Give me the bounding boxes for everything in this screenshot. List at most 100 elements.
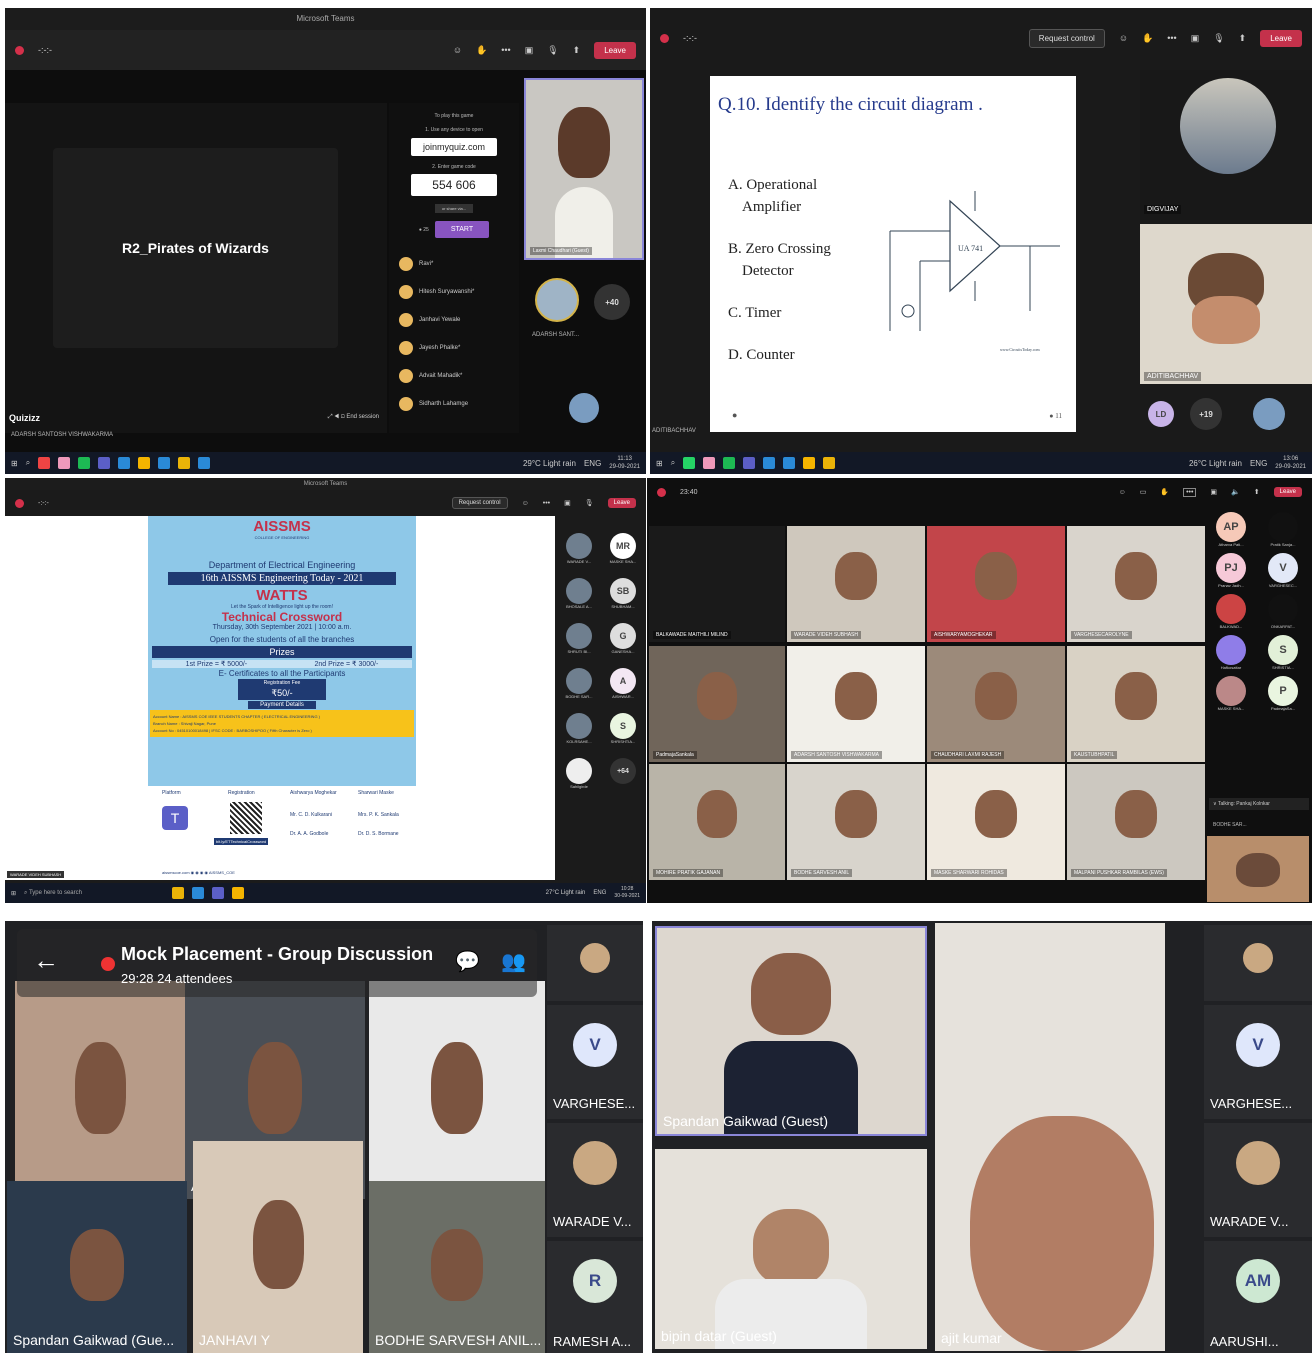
participant-item[interactable]: MR MASKE SHA... [604, 533, 642, 564]
participants-icon[interactable]: ☺ [1119, 489, 1126, 496]
participant-item[interactable]: WARADE V... [560, 533, 598, 564]
mic-icon[interactable]: 🎙 [547, 45, 558, 56]
qr-code-icon[interactable] [230, 802, 262, 834]
avatar-ld[interactable]: LD [1148, 401, 1174, 427]
video-tile[interactable]: CHAUDHARI LAXMI RAJESH [927, 646, 1065, 762]
reactions-icon[interactable]: ✋ [1142, 33, 1153, 44]
search-icon[interactable]: ⌕ [671, 458, 675, 468]
mic-icon[interactable]: 🎙 [1213, 33, 1224, 44]
participant-item[interactable]: S SHRISTIA... [1261, 635, 1305, 670]
participant-item[interactable]: SHRUTI BI... [560, 623, 598, 654]
windows-icon[interactable]: ⊞ [11, 890, 16, 897]
video-tile[interactable]: MALPANI PUSHKAR RAMBILAS (EWS) [1067, 764, 1205, 880]
participants-icon[interactable]: ☺ [1119, 33, 1128, 43]
share-icon[interactable]: ⬆ [1254, 488, 1260, 496]
video-tile-bipin[interactable]: bipin datar (Guest) [655, 1149, 927, 1349]
participant-item[interactable]: V VARGHESEC... [1261, 553, 1305, 588]
leave-button[interactable]: Leave [607, 498, 636, 508]
search-box[interactable]: ⌕ Type here to search [24, 890, 164, 897]
self-view[interactable] [1253, 398, 1285, 430]
participant-item[interactable]: Sahilgirde [560, 758, 598, 789]
participant-tile-aditi[interactable]: ADITIBACHHAV [1140, 224, 1312, 384]
participants-icon[interactable]: ☺ [453, 45, 462, 55]
participant-item[interactable]: Pratik Sanja... [1261, 512, 1305, 547]
participant-item[interactable]: Hafkosattar [1209, 635, 1253, 670]
windows-icon[interactable]: ⊞ [656, 459, 663, 468]
search-icon[interactable]: ⌕ [26, 458, 30, 468]
participant-item[interactable]: PJ Pranav Jadh... [1209, 553, 1253, 588]
participant-item[interactable]: WARADE V... [1204, 1123, 1312, 1237]
more-icon[interactable]: ••• [501, 45, 510, 55]
participant-item[interactable]: P PadmajaSa... [1261, 676, 1305, 711]
camera-icon[interactable]: ▣ [1210, 488, 1217, 496]
reg-link[interactable]: bit.ly/ETTechnicalCrossword [214, 838, 269, 845]
more-participants[interactable]: +40 [594, 284, 630, 320]
reactions-icon[interactable]: ✋ [1160, 488, 1169, 496]
share-via[interactable]: or share via... [435, 204, 473, 213]
leave-button[interactable]: Leave [1260, 29, 1302, 47]
reactions-icon[interactable]: ✋ [476, 45, 487, 56]
participant-item[interactable]: G GANESHA... [604, 623, 642, 654]
share-icon[interactable]: ⬆ [1239, 33, 1247, 44]
chat-icon[interactable]: 💬 [455, 949, 480, 974]
video-tile[interactable]: VAKARE TEJAS SANT... [369, 981, 545, 1199]
more-participants[interactable]: +19 [1190, 398, 1222, 430]
participants-icon[interactable]: ☺ [522, 500, 529, 507]
join-site[interactable]: joinmyquiz.com [411, 138, 497, 156]
participant-item[interactable]: V VARGHESE... [1204, 1005, 1312, 1119]
share-icon[interactable]: ⬆ [573, 45, 581, 56]
participant-item[interactable]: ONKARPAT... [1261, 594, 1305, 629]
video-tile[interactable]: MASKE SHARWARI ROHIDAS [927, 764, 1065, 880]
video-tile[interactable]: Spandan Gaikwad (Gue... [7, 1181, 187, 1353]
video-tile[interactable]: GAYATRI L [15, 981, 185, 1199]
video-tile[interactable]: JANHAVI Y [193, 1141, 363, 1353]
video-tile[interactable]: VARGHESECAROLYNE [1067, 526, 1205, 642]
camera-icon[interactable]: ▣ [564, 499, 571, 507]
participant-item[interactable]: R RAMESH A... [547, 1241, 643, 1353]
participant-item[interactable]: SB SHUBHAM... [604, 578, 642, 609]
camera-icon[interactable]: ▣ [525, 45, 534, 56]
participant-item[interactable]: MASKE SHA... [1209, 676, 1253, 711]
participant-item[interactable]: WARADE V... [547, 1123, 643, 1237]
more-icon[interactable]: ••• [1167, 33, 1176, 43]
video-tile-ajit[interactable]: ajit kumar [935, 923, 1165, 1351]
mic-icon[interactable]: 🔈 [1231, 488, 1240, 496]
request-control-button[interactable]: Request control [451, 497, 508, 509]
more-participants[interactable]: +64 [610, 758, 636, 784]
video-tile[interactable]: AISHWARYAMOGHEKAR [927, 526, 1065, 642]
windows-icon[interactable]: ⊞ [11, 459, 18, 468]
participant-item[interactable]: AM AARUSHI... [1204, 1241, 1312, 1353]
more-icon[interactable]: ••• [1183, 487, 1197, 497]
chat-icon[interactable]: ▭ [1140, 488, 1147, 496]
participant-item[interactable] [1204, 925, 1312, 1001]
self-view[interactable] [569, 393, 599, 423]
request-control-button[interactable]: Request control [1028, 28, 1105, 48]
participant-item[interactable]: V VARGHESE... [547, 1005, 643, 1119]
video-tile[interactable]: WARADE VIDEH SUBHASH [787, 526, 925, 642]
start-button[interactable]: START [434, 221, 490, 238]
guest-video-tile[interactable]: Laxmi Chaudhari (Guest) [524, 78, 644, 260]
video-tile-spandan[interactable]: Spandan Gaikwad (Guest) [655, 926, 927, 1136]
video-tile[interactable]: KAUSTUBHPATIL [1067, 646, 1205, 762]
camera-icon[interactable]: ▣ [1191, 33, 1200, 44]
participant-item[interactable]: BALKWAD... [1209, 594, 1253, 629]
participants-icon[interactable]: 👥 [501, 949, 526, 974]
participant-item[interactable]: KOLRSAHE... [560, 713, 598, 744]
video-tile[interactable]: ADARSH SANTOSH VISHWAKARMA [787, 646, 925, 762]
video-tile[interactable]: BALKAWADE MAITHILI MILIND [649, 526, 785, 642]
back-arrow-icon[interactable]: ← [33, 945, 59, 976]
participant-item[interactable]: A AISHWAR... [604, 668, 642, 699]
more-icon[interactable]: ••• [543, 500, 550, 507]
leave-button[interactable]: Leave [1273, 487, 1302, 497]
participant-item[interactable]: S SHRISHTIA... [604, 713, 642, 744]
video-tile[interactable]: BODHE SARVESH ANIL... [369, 1181, 545, 1353]
self-view[interactable] [1207, 836, 1309, 902]
adarsh-avatar[interactable] [535, 278, 579, 322]
leave-button[interactable]: Leave [594, 41, 636, 59]
participant-item[interactable]: BODHE SAR... [560, 668, 598, 699]
participant-item[interactable]: BHOSALE A... [560, 578, 598, 609]
video-tile[interactable]: MOHIRE PRATIK GAJANAN [649, 764, 785, 880]
video-tile[interactable]: BODHE SARVESH ANIL [787, 764, 925, 880]
participant-tile-digvijay[interactable]: DIGVIJAY [1140, 70, 1312, 220]
video-tile[interactable]: PadmajaSankala [649, 646, 785, 762]
